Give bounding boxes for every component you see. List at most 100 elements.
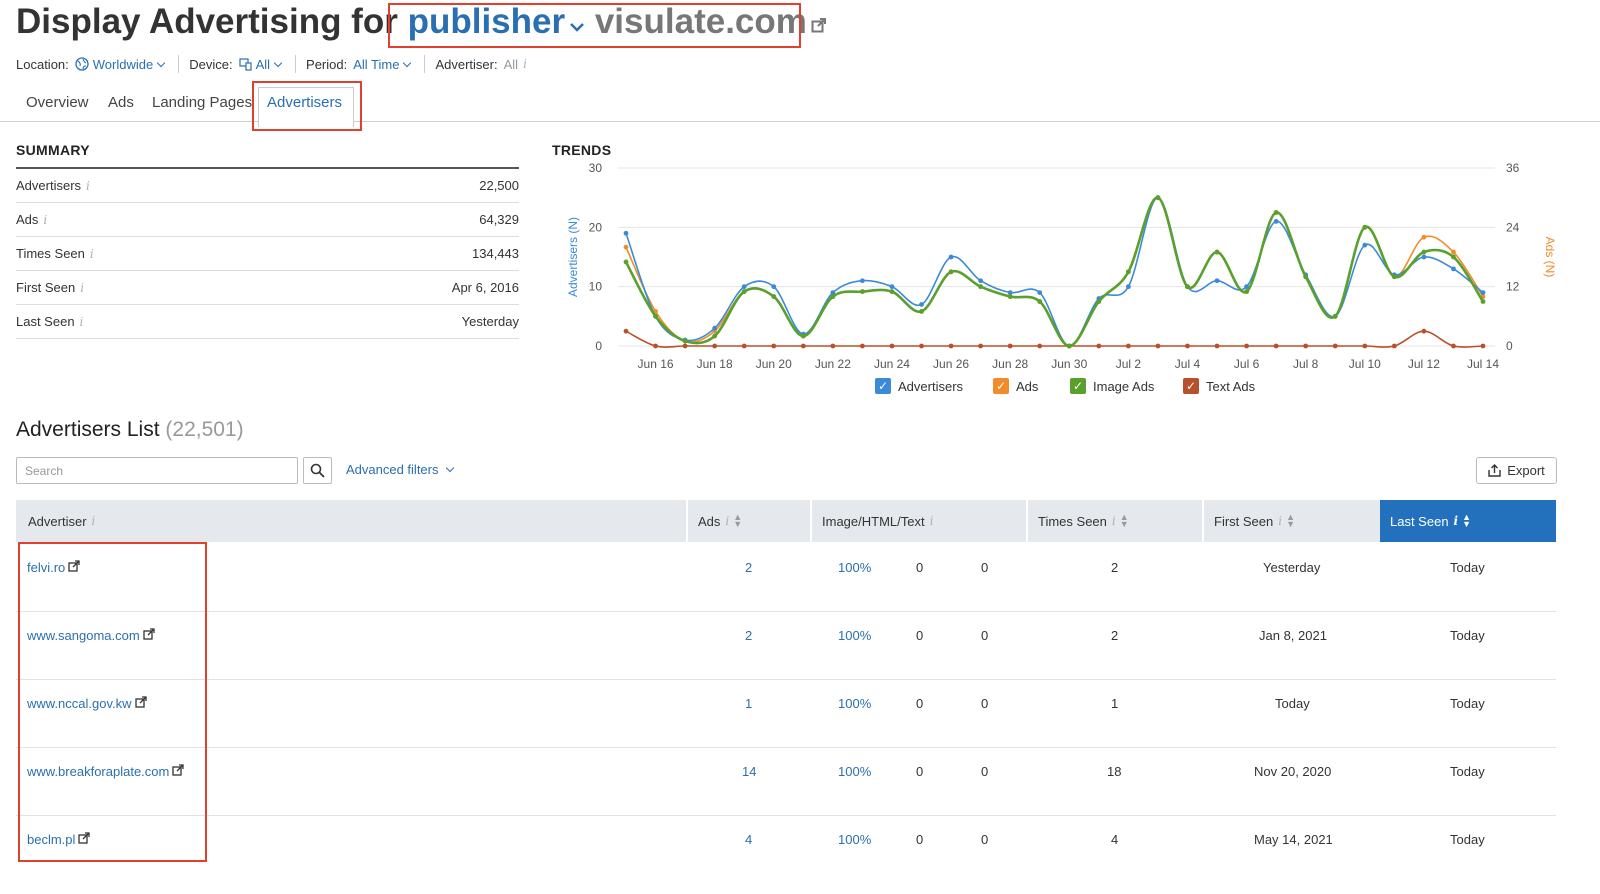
export-button[interactable]: Export (1476, 457, 1557, 484)
image-percent[interactable]: 100% (838, 764, 871, 779)
legend-text-ads[interactable]: ✓ Text Ads (1183, 378, 1255, 394)
info-icon[interactable]: i (43, 213, 47, 227)
data-point-text-ads (741, 343, 747, 349)
info-icon[interactable]: i (1112, 514, 1116, 528)
data-point-image-ads (653, 313, 658, 319)
legend-advertisers[interactable]: ✓ Advertisers (875, 378, 963, 394)
sort-icon[interactable]: ▲ ▼ (733, 513, 742, 529)
data-point-advertisers (1451, 266, 1456, 272)
info-icon[interactable]: i (725, 514, 729, 528)
column-last-seen[interactable]: Last Seen i ▲ ▼ (1380, 500, 1556, 542)
info-icon[interactable]: i (92, 514, 96, 528)
ads-count-link[interactable]: 2 (745, 628, 752, 643)
legend-image-ads[interactable]: ✓ Image Ads (1070, 378, 1154, 394)
tab-landing-pages[interactable]: Landing Pages (152, 94, 252, 111)
x-tick-label: Jun 16 (638, 357, 674, 371)
image-percent[interactable]: 100% (838, 628, 871, 643)
data-point-text-ads (1037, 343, 1043, 349)
info-icon[interactable]: i (80, 315, 84, 329)
column-advertiser[interactable]: Advertiser i (18, 500, 686, 542)
column-image-html-text[interactable]: Image/HTML/Text i (812, 500, 1026, 542)
data-point-image-ads (948, 269, 954, 275)
search-button[interactable] (303, 457, 332, 484)
column-label: Advertiser (28, 513, 87, 529)
sort-icon[interactable]: ▲ ▼ (1286, 513, 1295, 529)
summary-value: 22,500 (479, 178, 519, 193)
info-icon[interactable]: i (86, 179, 90, 193)
html-count: 0 (916, 764, 924, 779)
data-point-advertisers (712, 325, 718, 331)
info-icon[interactable]: i (1454, 514, 1459, 528)
y-tick-label: 30 (589, 161, 603, 175)
text-count: 0 (981, 560, 989, 575)
sort-icon[interactable]: ▲ ▼ (1462, 513, 1471, 529)
period-value: All Time (353, 56, 400, 72)
data-point-image-ads (1096, 299, 1102, 304)
advanced-filters-label: Advanced filters (346, 462, 439, 477)
image-percent[interactable]: 100% (838, 696, 871, 711)
data-point-image-ads (771, 294, 777, 299)
summary-title: SUMMARY (16, 142, 90, 158)
info-icon[interactable]: i (523, 57, 527, 71)
column-ads[interactable]: Ads i ▲ ▼ (688, 500, 810, 542)
table-row: www.sangoma.com 2 100% 0 0 2 Jan 8, 2021… (16, 612, 1556, 680)
tab-overview[interactable]: Overview (26, 94, 89, 111)
data-point-image-ads (1125, 269, 1131, 275)
summary-label: First Seen i (16, 280, 84, 295)
info-icon[interactable]: i (930, 514, 934, 528)
legend-ads[interactable]: ✓ Ads (993, 378, 1038, 394)
sort-icon[interactable]: ▲ ▼ (1120, 513, 1129, 529)
data-point-image-ads (830, 294, 836, 299)
series-line-advertisers (625, 196, 1484, 347)
x-tick-label: Jul 14 (1467, 357, 1499, 371)
summary-row-first-seen: First Seen i Apr 6, 2016 (16, 271, 519, 305)
info-icon[interactable]: i (90, 247, 94, 261)
location-dropdown[interactable]: Worldwide (75, 57, 168, 72)
bottom-fade (0, 862, 1600, 894)
location-label: Location: (16, 56, 69, 72)
checkbox-icon: ✓ (1183, 378, 1199, 394)
ads-count-link[interactable]: 1 (745, 696, 752, 711)
y2-axis-label: Ads (N) (1543, 237, 1557, 278)
data-point-image-ads (1303, 274, 1309, 280)
device-dropdown[interactable]: All (238, 57, 285, 72)
x-tick-label: Jun 28 (992, 357, 1028, 371)
data-point-advertisers (919, 302, 924, 307)
advanced-filters-dropdown[interactable]: Advanced filters (346, 462, 457, 477)
legend-label: Advertisers (898, 378, 964, 394)
data-point-image-ads (1007, 294, 1013, 299)
device-label: Device: (189, 56, 233, 72)
tab-ads[interactable]: Ads (108, 94, 134, 111)
info-icon[interactable]: i (1278, 514, 1282, 528)
search-input[interactable] (16, 457, 298, 484)
chevron-down-icon (156, 58, 166, 67)
image-percent[interactable]: 100% (838, 560, 871, 575)
ads-count-link[interactable]: 4 (745, 832, 752, 847)
data-point-text-ads (860, 343, 865, 349)
data-point-text-ads (800, 343, 806, 349)
info-icon[interactable]: i (80, 281, 84, 295)
ads-count-link[interactable]: 2 (745, 560, 752, 575)
data-point-text-ads (1155, 343, 1161, 349)
x-tick-label: Jul 6 (1234, 357, 1260, 371)
summary-label-text: Advertisers (16, 178, 82, 193)
data-point-advertisers (978, 278, 984, 284)
column-first-seen[interactable]: First Seen i ▲ ▼ (1204, 500, 1378, 542)
data-point-image-ads (800, 333, 806, 339)
table-row: www.breakforaplate.com 14 100% 0 0 18 No… (16, 748, 1556, 816)
period-dropdown[interactable]: All Time (353, 57, 414, 72)
ads-count-link[interactable]: 14 (742, 764, 756, 779)
data-point-ads (1451, 249, 1456, 255)
data-point-advertisers (1480, 290, 1486, 295)
data-point-advertisers (860, 278, 865, 284)
highlight-box-advertisers (18, 542, 207, 862)
last-seen: Today (1450, 764, 1485, 779)
summary-label-text: Last Seen (16, 314, 75, 329)
checkbox-icon: ✓ (875, 378, 891, 394)
data-point-text-ads (1185, 343, 1190, 349)
image-percent[interactable]: 100% (838, 832, 871, 847)
column-times-seen[interactable]: Times Seen i ▲ ▼ (1028, 500, 1202, 542)
y2-tick-label: 36 (1506, 161, 1520, 175)
data-point-text-ads (1451, 343, 1456, 349)
data-point-advertisers (1362, 242, 1368, 248)
